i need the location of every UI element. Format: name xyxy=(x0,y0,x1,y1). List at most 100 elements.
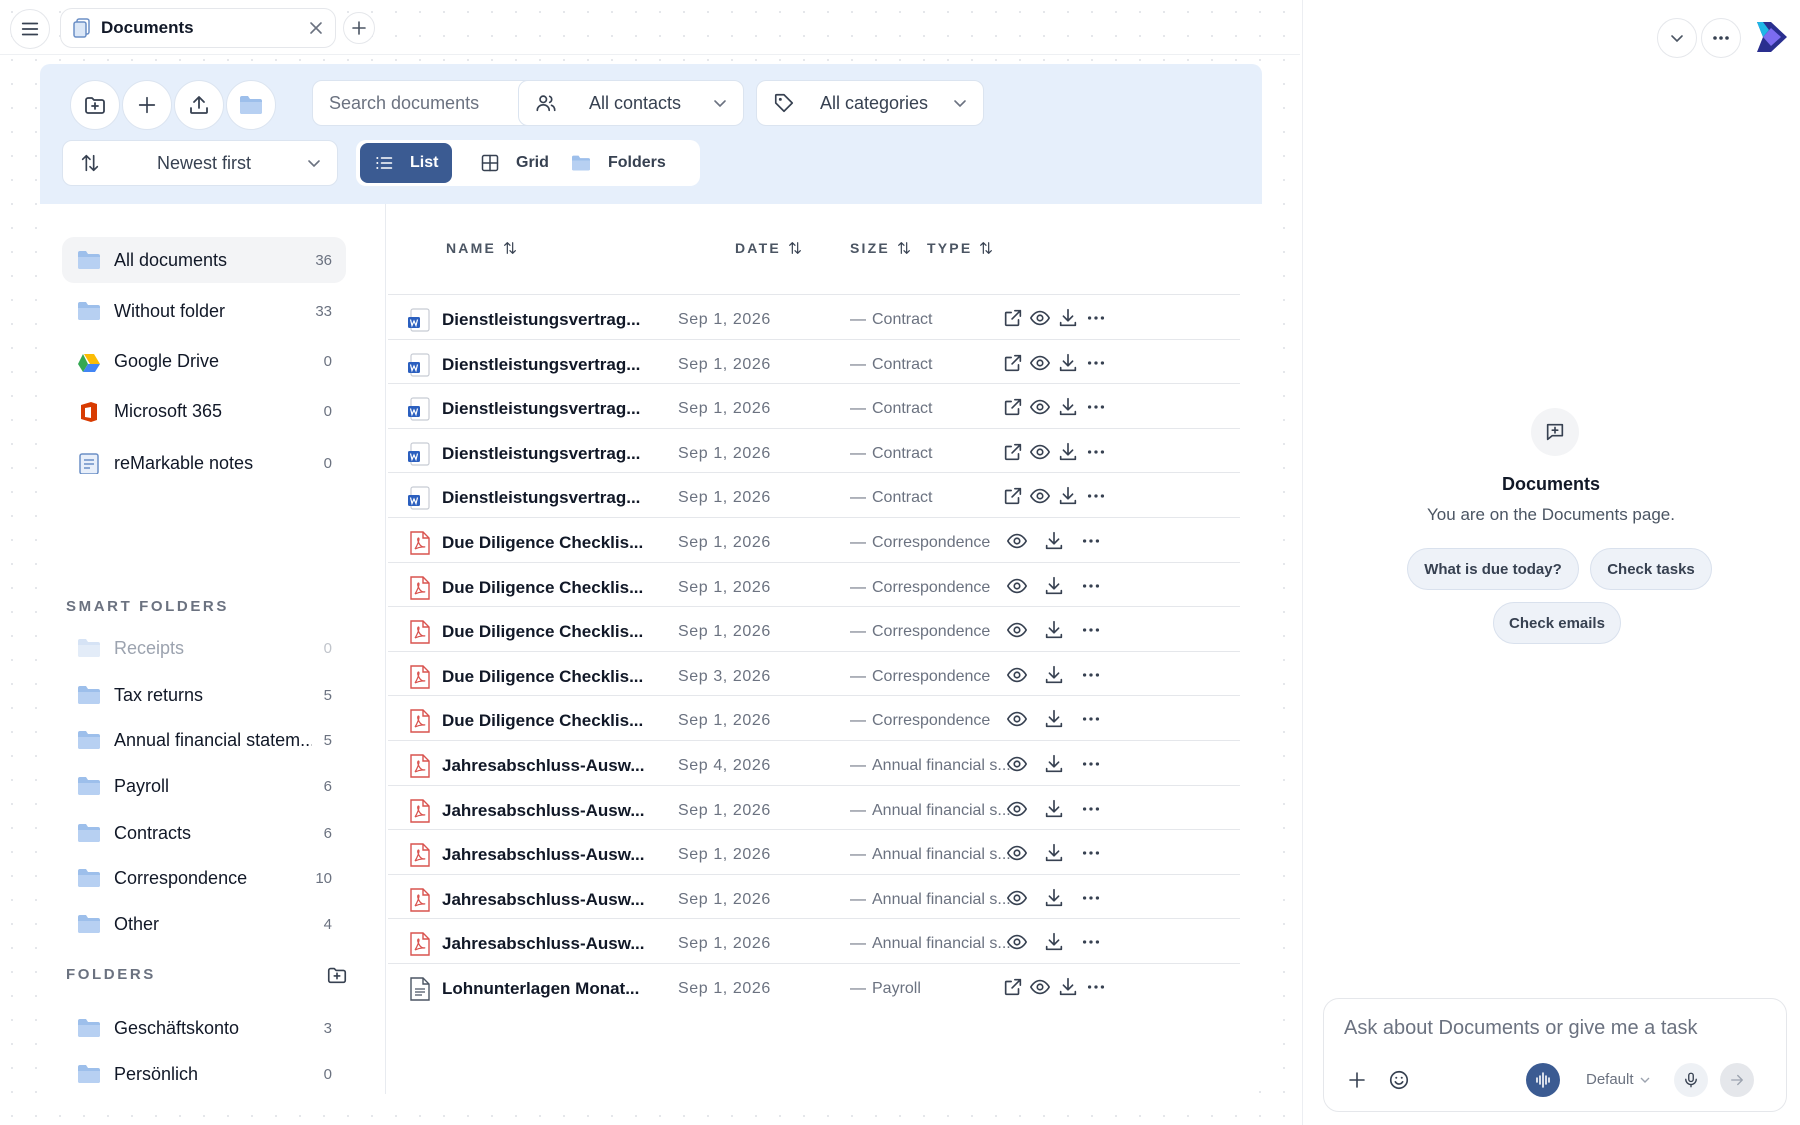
more-icon[interactable] xyxy=(1085,485,1107,507)
categories-filter[interactable]: All categories xyxy=(756,80,984,126)
column-type-header[interactable]: TYPE xyxy=(927,240,994,256)
download-icon[interactable] xyxy=(1043,931,1065,953)
preview-icon[interactable] xyxy=(1029,307,1051,329)
upload-button[interactable] xyxy=(174,80,224,130)
document-name[interactable]: Jahresabschluss-Ausw... xyxy=(442,756,645,776)
document-name[interactable]: Dienstleistungsvertrag... xyxy=(442,444,640,464)
document-name[interactable]: Dienstleistungsvertrag... xyxy=(442,488,640,508)
download-icon[interactable] xyxy=(1043,530,1065,552)
table-row[interactable]: Dienstleistungsvertrag... Sep 1, 2026 — Con… xyxy=(388,427,1240,478)
add-document-button[interactable] xyxy=(122,80,172,130)
download-icon[interactable] xyxy=(1043,887,1065,909)
more-icon[interactable] xyxy=(1080,708,1102,730)
more-icon[interactable] xyxy=(1085,441,1107,463)
suggestion-check-tasks[interactable]: Check tasks xyxy=(1590,548,1712,590)
preview-icon[interactable] xyxy=(1006,842,1028,864)
send-button[interactable] xyxy=(1720,1063,1754,1097)
sidebar-item-other[interactable]: Other 4 xyxy=(62,901,346,947)
sort-select[interactable]: Newest first xyxy=(62,140,338,186)
preview-icon[interactable] xyxy=(1006,530,1028,552)
preview-icon[interactable] xyxy=(1006,931,1028,953)
sidebar-item-receipts[interactable]: Receipts 0 xyxy=(62,625,346,671)
table-row[interactable]: Due Diligence Checklis... Sep 1, 2026 — Cor… xyxy=(388,517,1240,567)
suggestion-due-today[interactable]: What is due today? xyxy=(1407,548,1579,590)
chat-input[interactable]: Ask about Documents or give me a task xyxy=(1344,1017,1698,1040)
more-icon[interactable] xyxy=(1080,887,1102,909)
new-tab-button[interactable] xyxy=(343,12,375,44)
model-select[interactable]: Default xyxy=(1586,1071,1650,1088)
document-name[interactable]: Due Diligence Checklis... xyxy=(442,533,643,553)
more-icon[interactable] xyxy=(1085,352,1107,374)
download-icon[interactable] xyxy=(1043,753,1065,775)
sidebar-item-remarkable-notes[interactable]: reMarkable notes 0 xyxy=(62,440,346,486)
sidebar-item-pers-nlich[interactable]: Persönlich 0 xyxy=(62,1051,346,1097)
preview-icon[interactable] xyxy=(1029,441,1051,463)
table-row[interactable]: Dienstleistungsvertrag... Sep 1, 2026 — Con… xyxy=(388,338,1240,389)
download-icon[interactable] xyxy=(1057,485,1079,507)
contacts-filter[interactable]: All contacts xyxy=(518,80,744,126)
view-grid-button[interactable]: Grid xyxy=(466,143,563,183)
document-name[interactable]: Due Diligence Checklis... xyxy=(442,622,643,642)
document-name[interactable]: Due Diligence Checklis... xyxy=(442,578,643,598)
more-options-button[interactable] xyxy=(1701,18,1741,58)
more-icon[interactable] xyxy=(1080,530,1102,552)
document-name[interactable]: Dienstleistungsvertrag... xyxy=(442,310,640,330)
table-row[interactable]: Jahresabschluss-Ausw... Sep 1, 2026 — Annua… xyxy=(388,918,1240,968)
sidebar-item-correspondence[interactable]: Correspondence 10 xyxy=(62,855,346,901)
view-list-button[interactable]: List xyxy=(360,143,453,183)
preview-icon[interactable] xyxy=(1006,798,1028,820)
more-icon[interactable] xyxy=(1080,842,1102,864)
collapse-button[interactable] xyxy=(1657,18,1697,58)
download-icon[interactable] xyxy=(1043,575,1065,597)
table-row[interactable]: Jahresabschluss-Ausw... Sep 1, 2026 — Annua… xyxy=(388,873,1240,924)
table-row[interactable]: Jahresabschluss-Ausw... Sep 1, 2026 — Annua… xyxy=(388,784,1240,835)
attach-button[interactable] xyxy=(1348,1071,1366,1089)
more-icon[interactable] xyxy=(1080,619,1102,641)
preview-icon[interactable] xyxy=(1029,485,1051,507)
suggestion-check-emails[interactable]: Check emails xyxy=(1493,602,1621,644)
download-icon[interactable] xyxy=(1057,441,1079,463)
document-name[interactable]: Jahresabschluss-Ausw... xyxy=(442,845,645,865)
download-icon[interactable] xyxy=(1057,352,1079,374)
sidebar-item-contracts[interactable]: Contracts 6 xyxy=(62,810,346,856)
more-icon[interactable] xyxy=(1080,798,1102,820)
download-icon[interactable] xyxy=(1043,619,1065,641)
document-name[interactable]: Jahresabschluss-Ausw... xyxy=(442,890,645,910)
open-external-icon[interactable] xyxy=(1002,396,1024,418)
chat-composer[interactable]: Ask about Documents or give me a task De… xyxy=(1323,998,1787,1112)
new-folder-button[interactable] xyxy=(70,80,120,130)
open-external-icon[interactable] xyxy=(1002,441,1024,463)
document-name[interactable]: Jahresabschluss-Ausw... xyxy=(442,801,645,821)
sidebar-item-all-documents[interactable]: All documents 36 xyxy=(62,237,346,283)
preview-icon[interactable] xyxy=(1006,708,1028,730)
download-icon[interactable] xyxy=(1043,842,1065,864)
download-icon[interactable] xyxy=(1043,664,1065,686)
table-row[interactable]: Dienstleistungsvertrag... Sep 1, 2026 — Con… xyxy=(388,472,1240,522)
table-row[interactable]: Due Diligence Checklis... Sep 1, 2026 — Cor… xyxy=(388,606,1240,656)
download-icon[interactable] xyxy=(1057,396,1079,418)
preview-icon[interactable] xyxy=(1006,619,1028,641)
view-folders-button[interactable]: Folders xyxy=(556,143,680,183)
document-name[interactable]: Due Diligence Checklis... xyxy=(442,667,643,687)
sidebar-item-annual-financial-statem[interactable]: Annual financial statem... 5 xyxy=(62,717,346,763)
microphone-button[interactable] xyxy=(1674,1063,1708,1097)
preview-icon[interactable] xyxy=(1029,396,1051,418)
preview-icon[interactable] xyxy=(1006,575,1028,597)
preview-icon[interactable] xyxy=(1006,753,1028,775)
close-icon[interactable] xyxy=(309,21,323,35)
download-icon[interactable] xyxy=(1057,307,1079,329)
voice-mode-button[interactable] xyxy=(1526,1063,1560,1097)
more-icon[interactable] xyxy=(1080,753,1102,775)
preview-icon[interactable] xyxy=(1006,664,1028,686)
open-external-icon[interactable] xyxy=(1002,976,1024,998)
folder-button[interactable] xyxy=(226,80,276,130)
more-icon[interactable] xyxy=(1080,931,1102,953)
more-icon[interactable] xyxy=(1080,664,1102,686)
open-external-icon[interactable] xyxy=(1002,352,1024,374)
open-external-icon[interactable] xyxy=(1002,485,1024,507)
table-row[interactable]: Jahresabschluss-Ausw... Sep 1, 2026 — Annua… xyxy=(388,829,1240,879)
more-icon[interactable] xyxy=(1085,976,1107,998)
download-icon[interactable] xyxy=(1043,798,1065,820)
more-icon[interactable] xyxy=(1085,396,1107,418)
more-icon[interactable] xyxy=(1085,307,1107,329)
